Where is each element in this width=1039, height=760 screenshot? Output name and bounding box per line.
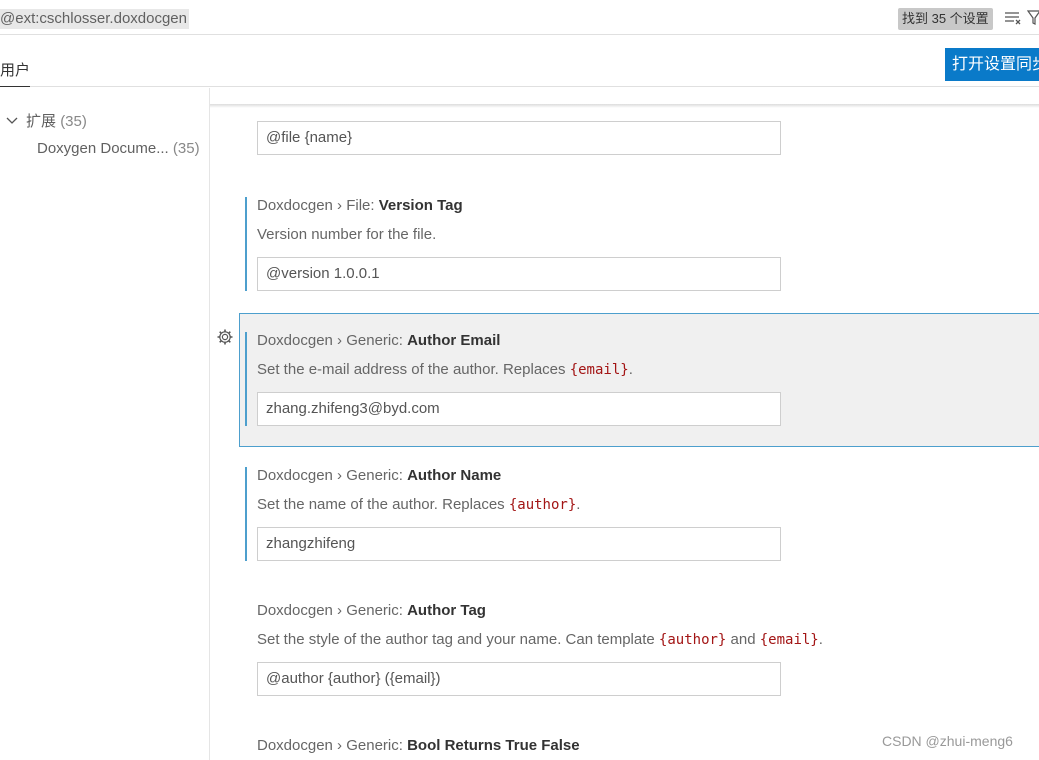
modified-indicator [245, 197, 247, 291]
search-input[interactable]: @ext:cschlosser.doxdocgen [0, 9, 189, 29]
setting-title: Doxdocgen › File: Version Tag [257, 197, 463, 214]
author-email-input[interactable]: zhang.zhifeng3@byd.com [257, 392, 781, 426]
setting-title: Doxdocgen › Generic: Author Name [257, 467, 502, 484]
setting-author-email: Doxdocgen › Generic: Author Email Set th… [239, 332, 1039, 442]
results-count-badge: 找到 35 个设置 [898, 8, 993, 30]
setting-description: Set the name of the author. Replaces {au… [257, 496, 581, 513]
gear-icon[interactable] [216, 328, 234, 350]
setting-author-name: Doxdocgen › Generic: Author Name Set the… [239, 467, 1039, 577]
toc-item-label: 扩展 [26, 113, 57, 130]
modified-indicator [245, 467, 247, 561]
setting-title: Doxdocgen › Generic: Bool Returns True F… [257, 737, 580, 754]
settings-tabs: 用户 打开设置同步 [0, 35, 1039, 87]
setting-version-tag: Doxdocgen › File: Version Tag Version nu… [239, 197, 1039, 307]
toc-item-label: Doxygen Docume... [37, 140, 169, 157]
setting-title: Doxdocgen › Generic: Author Email [257, 332, 501, 349]
toc-item-doxygen[interactable]: Doxygen Docume... (35) [37, 140, 200, 157]
settings-search-bar[interactable]: @ext:cschlosser.doxdocgen 找到 35 个设置 [0, 0, 1039, 35]
watermark: CSDN @zhui-meng6 [882, 733, 1013, 749]
toc-item-count: (35) [60, 113, 87, 130]
setting-description: Version number for the file. [257, 226, 437, 243]
clear-filter-icon[interactable] [1004, 11, 1022, 29]
setting-description: Set the e-mail address of the author. Re… [257, 361, 633, 378]
author-tag-input[interactable]: @author {author} ({email}) [257, 662, 781, 696]
version-tag-input[interactable]: @version 1.0.0.1 [257, 257, 781, 291]
tab-user[interactable]: 用户 [0, 59, 31, 87]
modified-indicator [245, 332, 247, 426]
open-settings-sync-button[interactable]: 打开设置同步 [945, 48, 1039, 81]
setting-title: Doxdocgen › Generic: Author Tag [257, 602, 486, 619]
toc-item-count: (35) [172, 140, 200, 157]
setting-author-tag: Doxdocgen › Generic: Author Tag Set the … [239, 602, 1039, 712]
settings-toc: 扩展 (35) Doxygen Docume... (35) [0, 88, 210, 760]
chevron-down-icon [6, 113, 20, 130]
filter-icon[interactable] [1026, 10, 1039, 30]
author-name-input[interactable]: zhangzhifeng [257, 527, 781, 561]
setting-description: Set the style of the author tag and your… [257, 631, 823, 648]
settings-list: @file {name} Doxdocgen › File: Version T… [210, 106, 1039, 760]
toc-item-extensions[interactable]: 扩展 (35) [6, 110, 87, 131]
file-template-input[interactable]: @file {name} [257, 121, 781, 155]
